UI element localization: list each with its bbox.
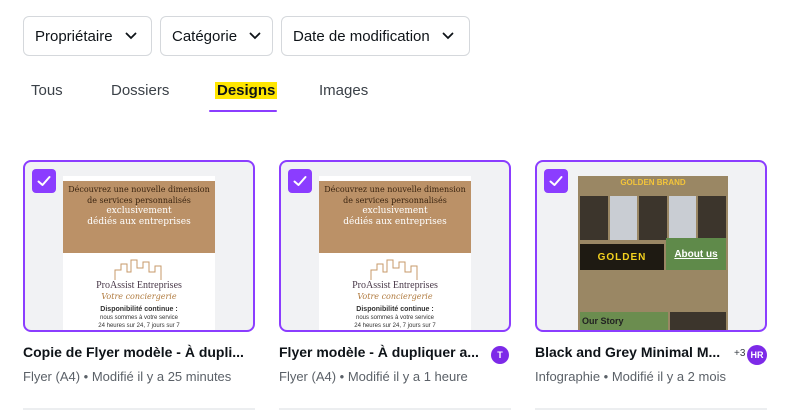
next-row-card-edge — [23, 408, 255, 410]
tab-folders-label: Dossiers — [111, 82, 170, 99]
chevron-down-icon — [442, 32, 454, 40]
flyer-line: exclusivement — [106, 206, 172, 216]
infographic-photo — [670, 312, 726, 330]
chevron-down-icon — [125, 32, 136, 40]
extra-collaborators-count: +3 — [734, 348, 746, 359]
selected-checkbox[interactable] — [32, 169, 56, 193]
flyer-preview: Découvrez une nouvelle dimension de serv… — [319, 176, 471, 330]
flyer-line: Découvrez une nouvelle dimension — [68, 185, 210, 194]
content-tabs: Tous Dossiers Designs Images — [0, 78, 791, 114]
category-filter-dropdown[interactable]: Catégorie — [160, 16, 273, 56]
checkmark-icon — [37, 176, 51, 186]
tab-designs-label: Designs — [215, 82, 278, 99]
flyer-banner-text: Découvrez une nouvelle dimension de serv… — [319, 184, 471, 228]
collaborator-avatar[interactable]: T — [491, 346, 509, 364]
flyer-line: dédiés aux entreprises — [87, 217, 191, 227]
filter-bar: Propriétaire Catégorie Date de modificat… — [23, 16, 470, 56]
flyer-detail-line: Disponibilité continue : — [356, 306, 434, 313]
flyer-detail-line: Disponibilité continue : — [100, 306, 178, 313]
flyer-detail-line: nous sommes à votre service — [355, 315, 435, 321]
flyer-line: de services personnalisés — [87, 196, 191, 205]
owner-filter-label: Propriétaire — [35, 27, 113, 45]
design-thumbnail[interactable]: GOLDEN BRAND GOLDEN About us Our Story — [535, 160, 767, 332]
tab-images[interactable]: Images — [319, 78, 368, 112]
flyer-details: Disponibilité continue : nous sommes à v… — [319, 306, 471, 330]
date-filter-dropdown[interactable]: Date de modification — [281, 16, 470, 56]
infographic-header: GOLDEN BRAND — [620, 178, 686, 187]
flyer-preview: Découvrez une nouvelle dimension de serv… — [63, 176, 215, 330]
flyer-subtitle: Votre conciergerie — [101, 292, 177, 301]
flyer-subtitle: Votre conciergerie — [357, 292, 433, 301]
tab-folders[interactable]: Dossiers — [111, 78, 169, 112]
flyer-line: Découvrez une nouvelle dimension — [324, 185, 466, 194]
flyer-detail-line: nous sommes à votre service — [99, 315, 179, 321]
flyer-detail-line: 24 heures sur 24, 7 jours sur 7 — [354, 323, 436, 329]
selected-checkbox[interactable] — [288, 169, 312, 193]
flyer-line: dédiés aux entreprises — [343, 217, 447, 227]
design-title[interactable]: Flyer modèle - À dupliquer a... — [279, 344, 479, 360]
next-row-card-edge — [279, 408, 511, 410]
active-tab-indicator — [209, 110, 277, 112]
design-title[interactable]: Copie de Flyer modèle - À dupli... — [23, 344, 244, 360]
checkmark-icon — [549, 176, 563, 186]
infographic-preview: GOLDEN BRAND GOLDEN About us Our Story — [578, 176, 728, 330]
next-row-card-edge — [535, 408, 767, 410]
infographic-golden-label: GOLDEN — [580, 244, 664, 270]
design-meta: Flyer (A4) • Modifié il y a 25 minutes — [23, 369, 232, 384]
city-skyline-icon — [370, 259, 418, 280]
chevron-down-icon — [249, 32, 261, 40]
design-meta: Infographie • Modifié il y a 2 mois — [535, 369, 726, 384]
tab-images-label: Images — [319, 82, 369, 99]
collaborator-avatar[interactable]: HR — [747, 345, 767, 365]
design-meta: Flyer (A4) • Modifié il y a 1 heure — [279, 369, 468, 384]
design-card[interactable]: Découvrez une nouvelle dimension de serv… — [279, 160, 511, 384]
design-thumbnail[interactable]: Découvrez une nouvelle dimension de serv… — [279, 160, 511, 332]
tab-all[interactable]: Tous — [31, 78, 63, 112]
owner-filter-dropdown[interactable]: Propriétaire — [23, 16, 152, 56]
design-card[interactable]: Découvrez une nouvelle dimension de serv… — [23, 160, 255, 384]
category-filter-label: Catégorie — [172, 27, 238, 45]
date-filter-label: Date de modification — [293, 27, 430, 45]
flyer-details: Disponibilité continue : nous sommes à v… — [63, 306, 215, 330]
tab-all-label: Tous — [31, 82, 63, 99]
selected-checkbox[interactable] — [544, 169, 568, 193]
design-title[interactable]: Black and Grey Minimal M... — [535, 344, 720, 360]
flyer-banner-text: Découvrez une nouvelle dimension de serv… — [63, 184, 215, 228]
flyer-detail-line: 24 heures sur 24, 7 jours sur 7 — [98, 323, 180, 329]
city-skyline-icon — [114, 259, 162, 280]
design-thumbnail[interactable]: Découvrez une nouvelle dimension de serv… — [23, 160, 255, 332]
flyer-line: de services personnalisés — [343, 196, 447, 205]
flyer-brand: ProAssist Entreprises — [96, 280, 182, 291]
flyer-brand: ProAssist Entreprises — [352, 280, 438, 291]
infographic-photos — [580, 196, 726, 240]
checkmark-icon — [293, 176, 307, 186]
flyer-line: exclusivement — [362, 206, 428, 216]
design-card[interactable]: GOLDEN BRAND GOLDEN About us Our Story B… — [535, 160, 767, 384]
tab-designs[interactable]: Designs — [215, 78, 278, 112]
infographic-story: Our Story — [580, 312, 668, 330]
infographic-about: About us — [666, 238, 726, 270]
